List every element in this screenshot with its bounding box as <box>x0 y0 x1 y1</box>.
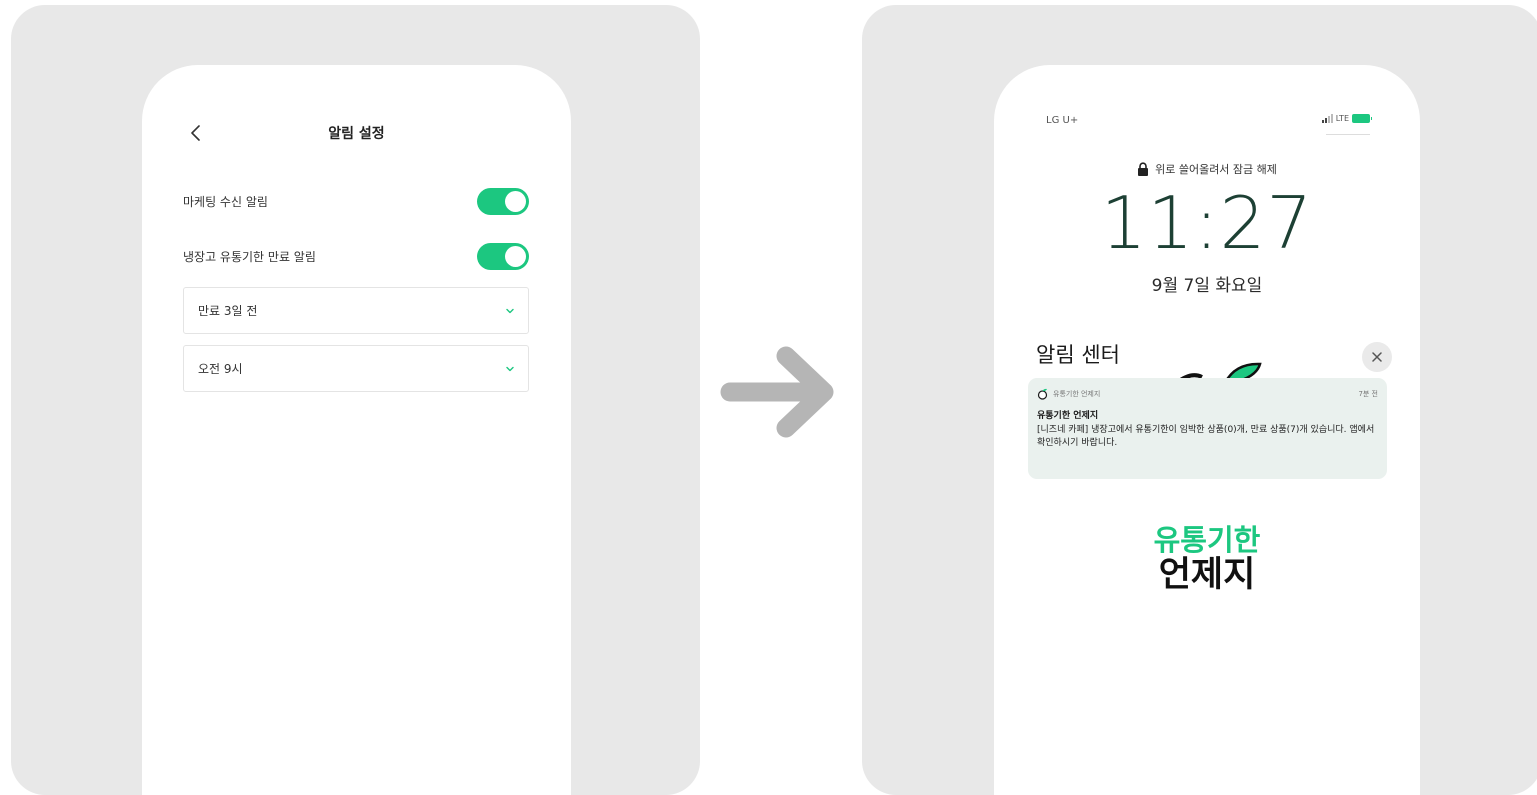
unlock-hint: 위로 쓸어올려서 잠금 해제 <box>994 161 1420 177</box>
notification-app: 유통기한 언제지 <box>1037 388 1100 400</box>
settings-panel: 알림 설정 마케팅 수신 알림 냉장고 유통기한 만료 알림 만료 3일 전 오… <box>11 5 700 795</box>
days-before-select[interactable]: 만료 3일 전 <box>183 287 529 334</box>
lockscreen-date: 9월 7일 화요일 <box>1151 276 1263 296</box>
logo-line-2: 언제지 <box>1158 555 1256 595</box>
toggle-knob <box>505 190 526 212</box>
toggle-knob <box>505 245 526 267</box>
notification-time-value: 오전 9시 <box>198 362 243 376</box>
days-before-value: 만료 3일 전 <box>198 304 258 318</box>
lockscreen-panel: LG U+ LTE 위로 쓸어올려서 잠금 해제 11:27 9월 7일 화요일… <box>862 5 1537 795</box>
marketing-notification-row: 마케팅 수신 알림 <box>183 185 529 217</box>
notification-center-title: 알림 센터 <box>1036 343 1120 367</box>
signal-icon <box>1321 114 1333 123</box>
close-icon <box>1372 352 1382 362</box>
network-type: LTE <box>1335 114 1349 123</box>
app-logo: 유통기한 언제지 <box>994 526 1420 593</box>
notification-time-select[interactable]: 오전 9시 <box>183 345 529 392</box>
carrier-name: LG U+ <box>1046 115 1079 126</box>
lockscreen-clock: 11:27 <box>1100 181 1314 265</box>
notification-body: [니즈네 카페] 냉장고에서 유통기한이 임박한 상품(0)개, 만료 상품(7… <box>1037 425 1375 449</box>
expiry-notification-row: 냉장고 유통기한 만료 알림 <box>183 240 529 272</box>
arrow-right-icon <box>720 346 834 438</box>
logo-line-1: 유통기한 <box>1153 523 1261 557</box>
page-title: 알림 설정 <box>328 126 385 142</box>
expiry-notification-label: 냉장고 유통기한 만료 알림 <box>183 249 316 264</box>
close-button[interactable] <box>1362 342 1392 372</box>
lock-icon <box>1138 162 1149 176</box>
expiry-notification-toggle[interactable] <box>477 242 529 270</box>
unlock-hint-text: 위로 쓸어올려서 잠금 해제 <box>1155 163 1277 176</box>
notification-header: 유통기한 언제지 7분 전 <box>1037 386 1378 402</box>
notification-title: 유통기한 언제지 <box>1037 411 1099 421</box>
marketing-notification-toggle[interactable] <box>477 187 529 215</box>
notification-app-name: 유통기한 언제지 <box>1053 390 1101 398</box>
status-icons: LTE <box>1321 114 1372 123</box>
battery-icon <box>1352 114 1372 123</box>
chevron-down-icon <box>506 308 514 313</box>
app-icon <box>1037 388 1048 400</box>
chevron-down-icon <box>506 366 514 371</box>
notification-time: 7분 전 <box>1358 390 1378 398</box>
status-divider <box>1326 134 1370 135</box>
settings-phone-screen: 알림 설정 마케팅 수신 알림 냉장고 유통기한 만료 알림 만료 3일 전 오… <box>142 65 571 795</box>
marketing-notification-label: 마케팅 수신 알림 <box>183 194 268 209</box>
lockscreen-phone-screen: LG U+ LTE 위로 쓸어올려서 잠금 해제 11:27 9월 7일 화요일… <box>994 65 1420 795</box>
notification-card[interactable]: 유통기한 언제지 7분 전 유통기한 언제지 [니즈네 카페] 냉장고에서 유통… <box>1028 378 1387 479</box>
